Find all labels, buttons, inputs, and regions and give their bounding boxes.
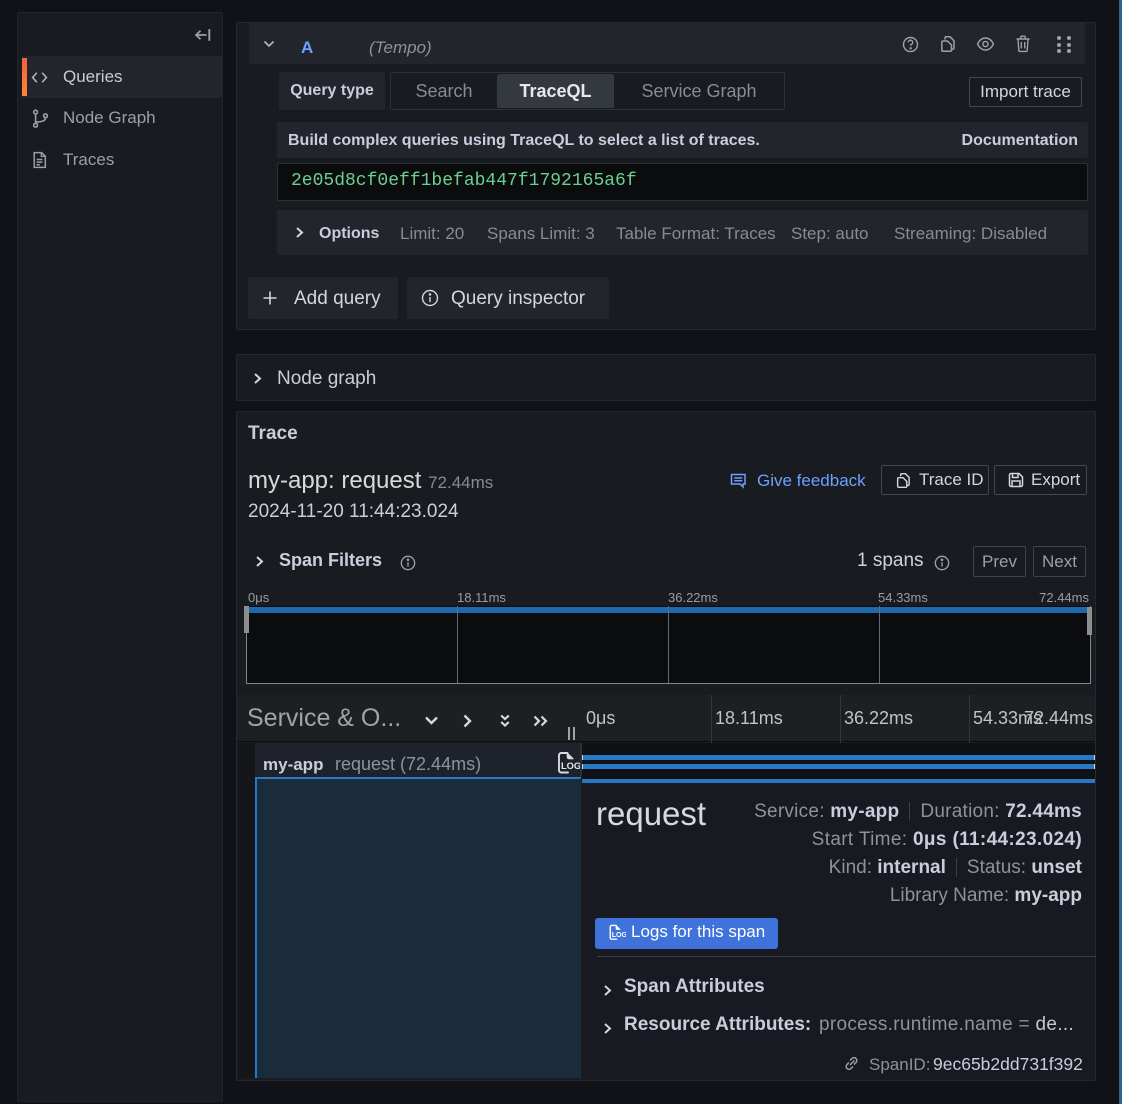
svg-text:LOG: LOG — [561, 761, 581, 771]
svg-text:LOG: LOG — [612, 932, 626, 939]
